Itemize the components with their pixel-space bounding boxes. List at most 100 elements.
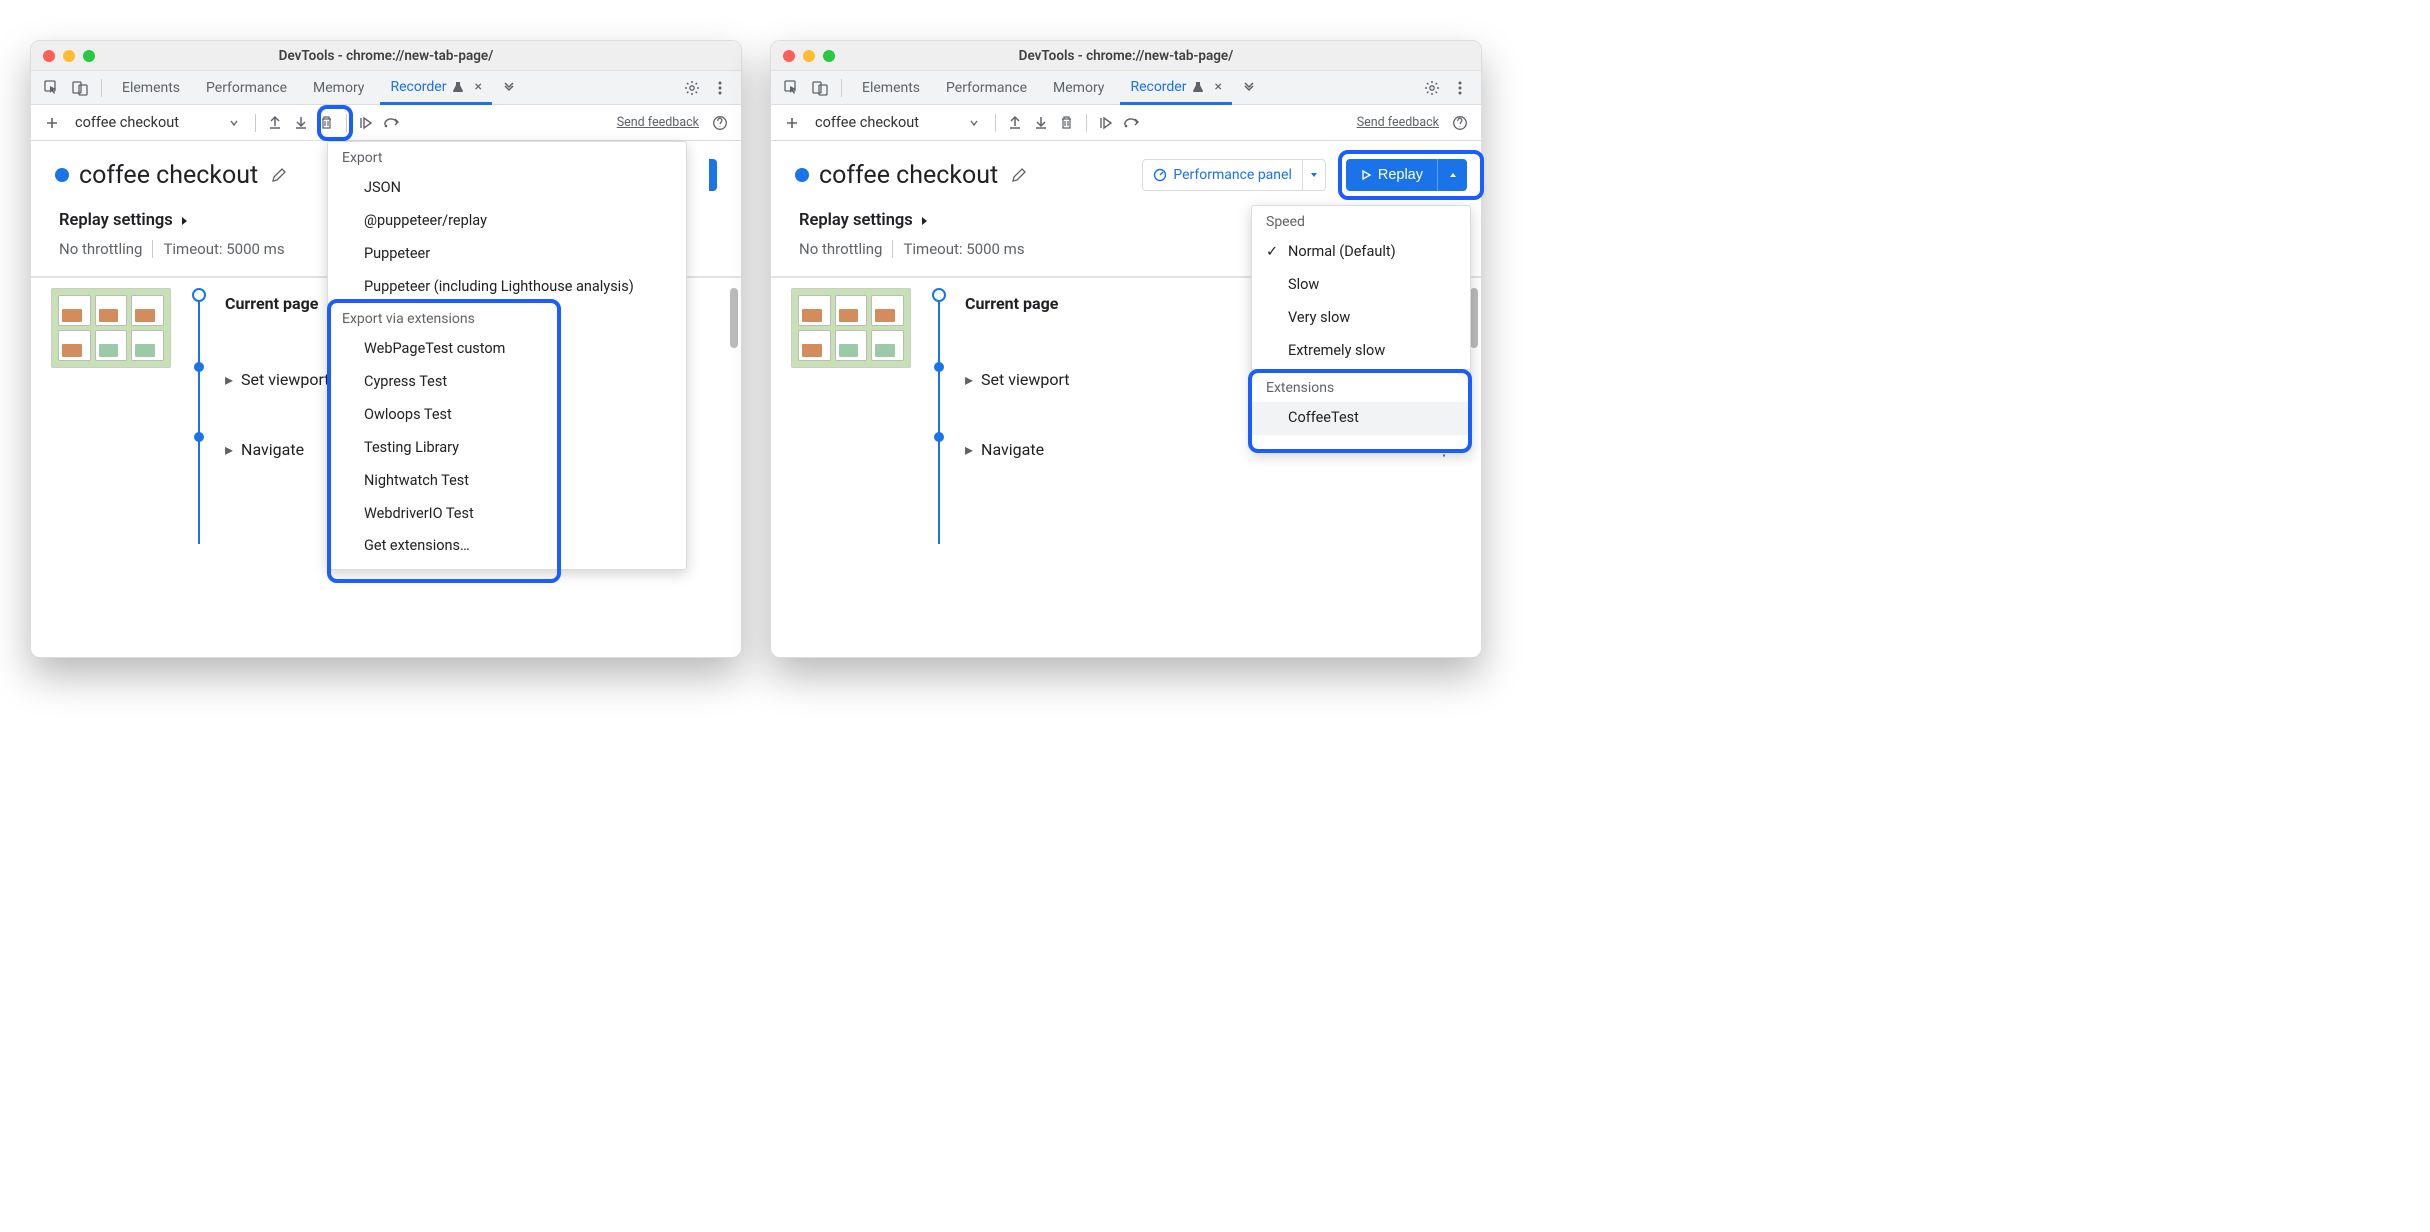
export-menu: Export JSON @puppeteer/replay Puppeteer …: [327, 141, 687, 570]
help-icon[interactable]: [1449, 112, 1471, 134]
edit-title-icon[interactable]: [268, 164, 290, 186]
continue-icon[interactable]: [355, 112, 377, 134]
timeline-node: [194, 432, 204, 442]
beaker-icon: [1192, 81, 1204, 93]
replay-label: Replay: [1378, 167, 1423, 183]
export-icon[interactable]: [1030, 112, 1052, 134]
tab-performance[interactable]: Performance: [196, 71, 297, 105]
replay-settings-label: Replay settings: [799, 211, 913, 230]
delete-icon[interactable]: [316, 112, 338, 134]
speed-slow[interactable]: Slow: [1252, 269, 1470, 302]
continue-icon[interactable]: [1095, 112, 1117, 134]
delete-icon[interactable]: [1056, 112, 1078, 134]
kebab-menu-icon[interactable]: [709, 77, 731, 99]
inspect-element-icon[interactable]: [781, 77, 803, 99]
tab-recorder-label: Recorder: [390, 79, 446, 95]
tab-recorder[interactable]: Recorder ×: [1120, 71, 1232, 105]
tab-performance[interactable]: Performance: [936, 71, 1037, 105]
tab-memory[interactable]: Memory: [1043, 71, 1114, 105]
recording-name: coffee checkout: [815, 114, 919, 131]
new-recording-icon[interactable]: [41, 112, 63, 134]
beaker-icon: [452, 81, 464, 93]
divider: [101, 79, 102, 97]
performance-panel-chevron[interactable]: [1303, 159, 1326, 191]
performance-panel-button[interactable]: Performance panel: [1142, 159, 1303, 191]
divider: [1086, 114, 1087, 132]
speed-very-slow[interactable]: Very slow: [1252, 302, 1470, 335]
export-get-extensions[interactable]: Get extensions…: [328, 530, 686, 563]
export-webpagetest[interactable]: WebPageTest custom: [328, 333, 686, 366]
export-json[interactable]: JSON: [328, 172, 686, 205]
export-webdriverio[interactable]: WebdriverIO Test: [328, 498, 686, 531]
recording-selector[interactable]: coffee checkout: [807, 110, 987, 136]
export-icon[interactable]: [290, 112, 312, 134]
tab-memory[interactable]: Memory: [303, 71, 374, 105]
device-toolbar-icon[interactable]: [69, 77, 91, 99]
replay-button-edge[interactable]: [709, 159, 717, 191]
page-thumbnail: [51, 288, 171, 368]
export-puppeteer-replay[interactable]: @puppeteer/replay: [328, 205, 686, 238]
settings-gear-icon[interactable]: [681, 77, 703, 99]
step-label: Current page: [965, 294, 1058, 313]
tab-recorder-label: Recorder: [1130, 79, 1186, 95]
extensions-section-label: Extensions: [1252, 372, 1470, 402]
recording-title: coffee checkout: [79, 161, 258, 190]
replay-ext-coffeetest[interactable]: CoffeeTest: [1252, 402, 1470, 435]
close-tab-icon[interactable]: ×: [474, 79, 481, 95]
help-icon[interactable]: [709, 112, 731, 134]
window-maximize-button[interactable]: [823, 50, 835, 62]
divider: [255, 114, 256, 132]
export-puppeteer-lighthouse[interactable]: Puppeteer (including Lighthouse analysis…: [328, 271, 686, 304]
export-owloops[interactable]: Owloops Test: [328, 399, 686, 432]
perf-panel-label: Performance panel: [1173, 167, 1292, 183]
tab-elements[interactable]: Elements: [852, 71, 930, 105]
replay-button[interactable]: Replay: [1346, 159, 1437, 191]
speed-section-label: Speed: [1252, 206, 1470, 236]
scrollbar[interactable]: [730, 288, 738, 348]
step-icon[interactable]: [381, 112, 403, 134]
edit-title-icon[interactable]: [1008, 164, 1030, 186]
recording-header: coffee checkout Performance panel Replay: [771, 141, 1481, 205]
timeline: [189, 288, 209, 504]
more-tabs-icon[interactable]: [498, 77, 520, 99]
export-nightwatch[interactable]: Nightwatch Test: [328, 465, 686, 498]
window-maximize-button[interactable]: [83, 50, 95, 62]
chevron-right-icon: ▸: [965, 440, 973, 459]
export-cypress[interactable]: Cypress Test: [328, 366, 686, 399]
import-icon[interactable]: [264, 112, 286, 134]
close-tab-icon[interactable]: ×: [1214, 79, 1221, 95]
speed-extremely-slow[interactable]: Extremely slow: [1252, 335, 1470, 368]
speed-normal[interactable]: Normal (Default): [1252, 236, 1470, 269]
settings-gear-icon[interactable]: [1421, 77, 1443, 99]
send-feedback-link[interactable]: Send feedback: [617, 115, 699, 130]
scrollbar[interactable]: [1470, 288, 1478, 348]
status-dot: [795, 168, 809, 182]
kebab-menu-icon[interactable]: [1449, 77, 1471, 99]
window-close-button[interactable]: [43, 50, 55, 62]
divider: [346, 114, 347, 132]
devtools-tabs: Elements Performance Memory Recorder ×: [771, 71, 1481, 105]
divider: [152, 240, 153, 258]
export-section-label: Export: [328, 142, 686, 172]
step-icon[interactable]: [1121, 112, 1143, 134]
devtools-window-left: DevTools - chrome://new-tab-page/ Elemen…: [30, 40, 742, 658]
window-minimize-button[interactable]: [803, 50, 815, 62]
new-recording-icon[interactable]: [781, 112, 803, 134]
send-feedback-link[interactable]: Send feedback: [1357, 115, 1439, 130]
window-close-button[interactable]: [783, 50, 795, 62]
window-title: DevTools - chrome://new-tab-page/: [31, 48, 741, 64]
device-toolbar-icon[interactable]: [809, 77, 831, 99]
import-icon[interactable]: [1004, 112, 1026, 134]
timeline-node: [934, 362, 944, 372]
recording-selector[interactable]: coffee checkout: [67, 110, 247, 136]
chevron-right-icon: ▸: [225, 370, 233, 389]
replay-speed-chevron[interactable]: [1437, 159, 1467, 191]
window-minimize-button[interactable]: [63, 50, 75, 62]
export-puppeteer[interactable]: Puppeteer: [328, 238, 686, 271]
inspect-element-icon[interactable]: [41, 77, 63, 99]
tab-recorder[interactable]: Recorder ×: [380, 71, 492, 105]
tab-elements[interactable]: Elements: [112, 71, 190, 105]
more-tabs-icon[interactable]: [1238, 77, 1260, 99]
export-testing-library[interactable]: Testing Library: [328, 432, 686, 465]
devtools-tabs: Elements Performance Memory Recorder ×: [31, 71, 741, 105]
